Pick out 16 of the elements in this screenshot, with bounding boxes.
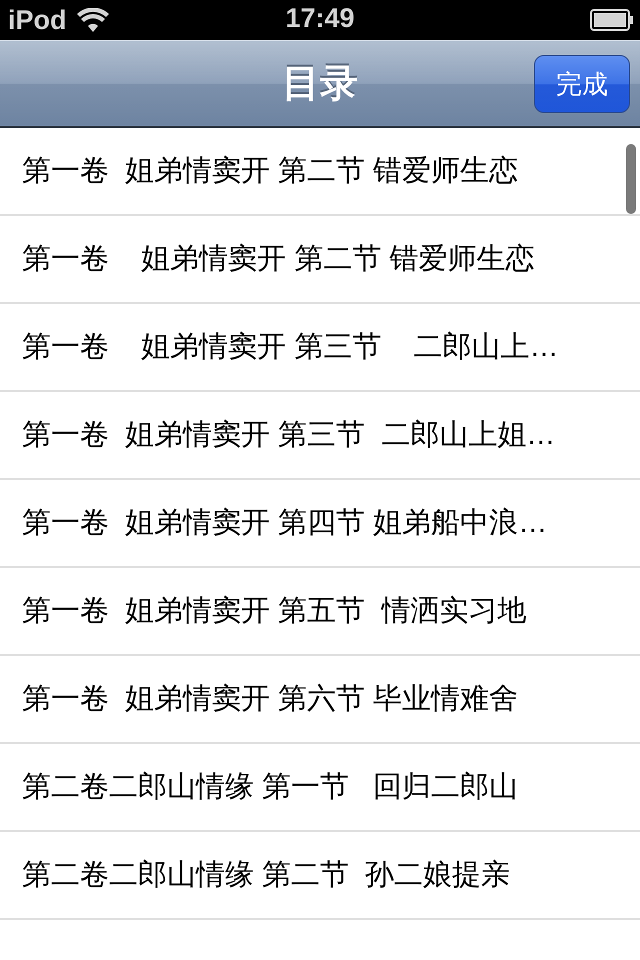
chapter-item[interactable]: 第一卷 姐弟情窦开 第三节 二郎山上… [22, 327, 559, 367]
carrier-label: iPod [8, 4, 66, 36]
chapter-item[interactable]: 第二卷二郎山情缘 第一节 回归二郎山 [22, 767, 518, 807]
scroll-indicator [626, 144, 636, 214]
chapter-item[interactable]: 第二卷二郎山情缘 第二节 孙二娘提亲 [22, 855, 510, 895]
chapter-item[interactable]: 第一卷 姐弟情窦开 第三节 二郎山上姐… [22, 415, 556, 455]
chapter-item[interactable]: 第一卷 姐弟情窦开 第二节 错爱师生恋 [22, 239, 534, 279]
wifi-icon [76, 8, 108, 32]
clock-time: 17:49 [285, 3, 355, 34]
chapter-item[interactable]: 第一卷 姐弟情窦开 第六节 毕业情难舍 [22, 679, 518, 719]
done-button[interactable]: 完成 [534, 55, 630, 113]
chapter-item[interactable]: 第一卷 姐弟情窦开 第四节 姐弟船中浪… [22, 503, 548, 543]
chapter-item[interactable]: 第一卷 姐弟情窦开 第二节 错爱师生恋 [22, 151, 518, 191]
battery-icon [590, 9, 634, 31]
chapter-item[interactable]: 第一卷 姐弟情窦开 第五节 情洒实习地 [22, 591, 526, 631]
nav-title: 目录 [282, 62, 358, 107]
